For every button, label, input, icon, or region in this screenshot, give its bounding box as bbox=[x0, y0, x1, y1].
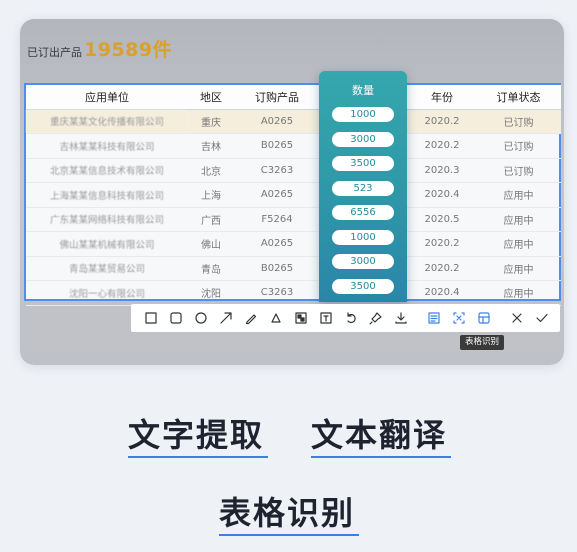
underline bbox=[128, 456, 268, 458]
order-summary: 已订出产品 19589件 bbox=[27, 35, 173, 61]
circle-icon[interactable] bbox=[188, 307, 213, 329]
cell-product: F5264 bbox=[234, 207, 320, 232]
quantity-column: 数量 1000 3000 3500 523 6556 1000 3000 3500 bbox=[319, 71, 407, 302]
text-icon[interactable] bbox=[313, 307, 338, 329]
cell-status: 已订购 bbox=[476, 133, 561, 159]
download-icon[interactable] bbox=[388, 307, 413, 329]
cell-status: 应用中 bbox=[476, 280, 561, 306]
table-row: 沈阳一心有限公司 沈阳 C3263 2020.4 应用中 bbox=[26, 280, 561, 306]
cell-year: 2020.2 bbox=[408, 109, 476, 134]
quantity-pill: 3000 bbox=[332, 131, 394, 147]
cell-region: 青岛 bbox=[188, 256, 234, 281]
cell-product: C3263 bbox=[234, 280, 320, 306]
table-row: 吉林某某科技有限公司 吉林 B0265 2020.2 已订购 bbox=[26, 133, 561, 159]
order-label: 已订出产品 bbox=[27, 46, 82, 59]
cell-status: 应用中 bbox=[476, 256, 561, 281]
underline bbox=[311, 456, 451, 458]
cell-product: A0265 bbox=[234, 182, 320, 208]
cell-product: A0265 bbox=[234, 231, 320, 257]
quantity-pill: 3000 bbox=[332, 254, 394, 269]
cell-unit: 青岛某某贸易公司 bbox=[26, 256, 188, 281]
rounded-rectangle-icon[interactable] bbox=[163, 307, 188, 329]
cell-region: 北京 bbox=[188, 158, 234, 183]
cell-status: 应用中 bbox=[476, 207, 561, 232]
cell-year: 2020.3 bbox=[408, 158, 476, 183]
cell-unit: 上海某某信息科技有限公司 bbox=[26, 182, 188, 208]
col-header-region: 地区 bbox=[188, 85, 234, 110]
quantity-pill: 1000 bbox=[332, 229, 394, 245]
underline bbox=[219, 534, 359, 536]
cell-status: 已订购 bbox=[476, 109, 561, 134]
cell-region: 重庆 bbox=[188, 109, 234, 134]
confirm-icon[interactable] bbox=[529, 307, 554, 329]
cell-unit: 北京某某信息技术有限公司 bbox=[26, 158, 188, 183]
fill-icon[interactable] bbox=[263, 307, 288, 329]
col-header-status: 订单状态 bbox=[476, 85, 561, 110]
cell-unit: 佛山某某机械有限公司 bbox=[26, 231, 188, 257]
quantity-pill: 523 bbox=[332, 180, 394, 196]
tooltip: 表格识别 bbox=[460, 335, 505, 350]
cell-status: 应用中 bbox=[476, 182, 561, 208]
cell-year: 2020.4 bbox=[408, 182, 476, 208]
quantity-pill: 1000 bbox=[332, 107, 394, 122]
selection-region[interactable]: 应用单位 地区 订购产品 年份 订单状态 重庆某某文化传播有限公司 重庆 A0265… bbox=[24, 83, 561, 306]
table-row: 北京某某信息技术有限公司 北京 C3263 2020.3 已订购 bbox=[26, 158, 561, 183]
feature-table-recognize: 表格识别 bbox=[219, 494, 356, 532]
cell-status: 已订购 bbox=[476, 158, 561, 183]
cell-year: 2020.2 bbox=[408, 231, 476, 257]
cell-product: A0265 bbox=[234, 109, 320, 134]
close-icon[interactable] bbox=[504, 307, 529, 329]
mosaic-icon[interactable] bbox=[288, 307, 313, 329]
order-table: 应用单位 地区 订购产品 年份 订单状态 重庆某某文化传播有限公司 重庆 A0265… bbox=[26, 85, 561, 306]
table-recognition-icon[interactable] bbox=[471, 307, 496, 329]
cell-year: 2020.2 bbox=[408, 256, 476, 281]
cell-unit: 沈阳一心有限公司 bbox=[26, 280, 188, 306]
cell-region: 佛山 bbox=[188, 231, 234, 257]
cell-product: C3263 bbox=[234, 158, 320, 183]
cell-unit: 重庆某某文化传播有限公司 bbox=[26, 109, 188, 134]
pin-icon[interactable] bbox=[363, 307, 388, 329]
cell-unit: 吉林某某科技有限公司 bbox=[26, 133, 188, 159]
table-row: 上海某某信息科技有限公司 上海 A0265 2020.4 应用中 bbox=[26, 182, 561, 208]
arrow-icon[interactable] bbox=[213, 307, 238, 329]
order-count: 19589件 bbox=[84, 39, 173, 61]
table-row: 重庆某某文化传播有限公司 重庆 A0265 2020.2 已订购 bbox=[26, 109, 561, 134]
cell-region: 沈阳 bbox=[188, 280, 234, 306]
feature-text-translate: 文本翻译 bbox=[311, 416, 448, 454]
table-header-row: 应用单位 地区 订购产品 年份 订单状态 bbox=[26, 85, 561, 110]
cell-product: B0265 bbox=[234, 256, 320, 281]
cell-year: 2020.4 bbox=[408, 280, 476, 306]
col-header-product: 订购产品 bbox=[234, 85, 320, 110]
cell-product: B0265 bbox=[234, 133, 320, 159]
ocr-icon[interactable] bbox=[421, 307, 446, 329]
feature-text-extract: 文字提取 bbox=[128, 416, 265, 454]
col-header-unit: 应用单位 bbox=[26, 85, 188, 110]
quantity-pill: 3500 bbox=[332, 278, 394, 294]
pen-icon[interactable] bbox=[238, 307, 263, 329]
screenshot-toolbar bbox=[131, 304, 560, 332]
quantity-pill: 3500 bbox=[332, 156, 394, 171]
cell-unit: 广东某某网络科技有限公司 bbox=[26, 207, 188, 232]
undo-icon[interactable] bbox=[338, 307, 363, 329]
cell-region: 广西 bbox=[188, 207, 234, 232]
quantity-pill: 6556 bbox=[332, 205, 394, 220]
cell-region: 吉林 bbox=[188, 133, 234, 159]
rectangle-icon[interactable] bbox=[138, 307, 163, 329]
col-header-year: 年份 bbox=[408, 85, 476, 110]
cell-year: 2020.2 bbox=[408, 133, 476, 159]
table-row: 青岛某某贸易公司 青岛 B0265 2020.2 应用中 bbox=[26, 256, 561, 281]
col-header-qty: 数量 bbox=[352, 84, 374, 97]
translate-icon[interactable] bbox=[446, 307, 471, 329]
screenshot-card: 已订出产品 19589件 应用单位 地区 订购产品 年份 订单状态 重庆某某文化… bbox=[20, 19, 564, 365]
table-row: 佛山某某机械有限公司 佛山 A0265 2020.2 应用中 bbox=[26, 231, 561, 257]
table-row: 广东某某网络科技有限公司 广西 F5264 2020.5 应用中 bbox=[26, 207, 561, 232]
cell-year: 2020.5 bbox=[408, 207, 476, 232]
cell-status: 应用中 bbox=[476, 231, 561, 257]
cell-region: 上海 bbox=[188, 182, 234, 208]
